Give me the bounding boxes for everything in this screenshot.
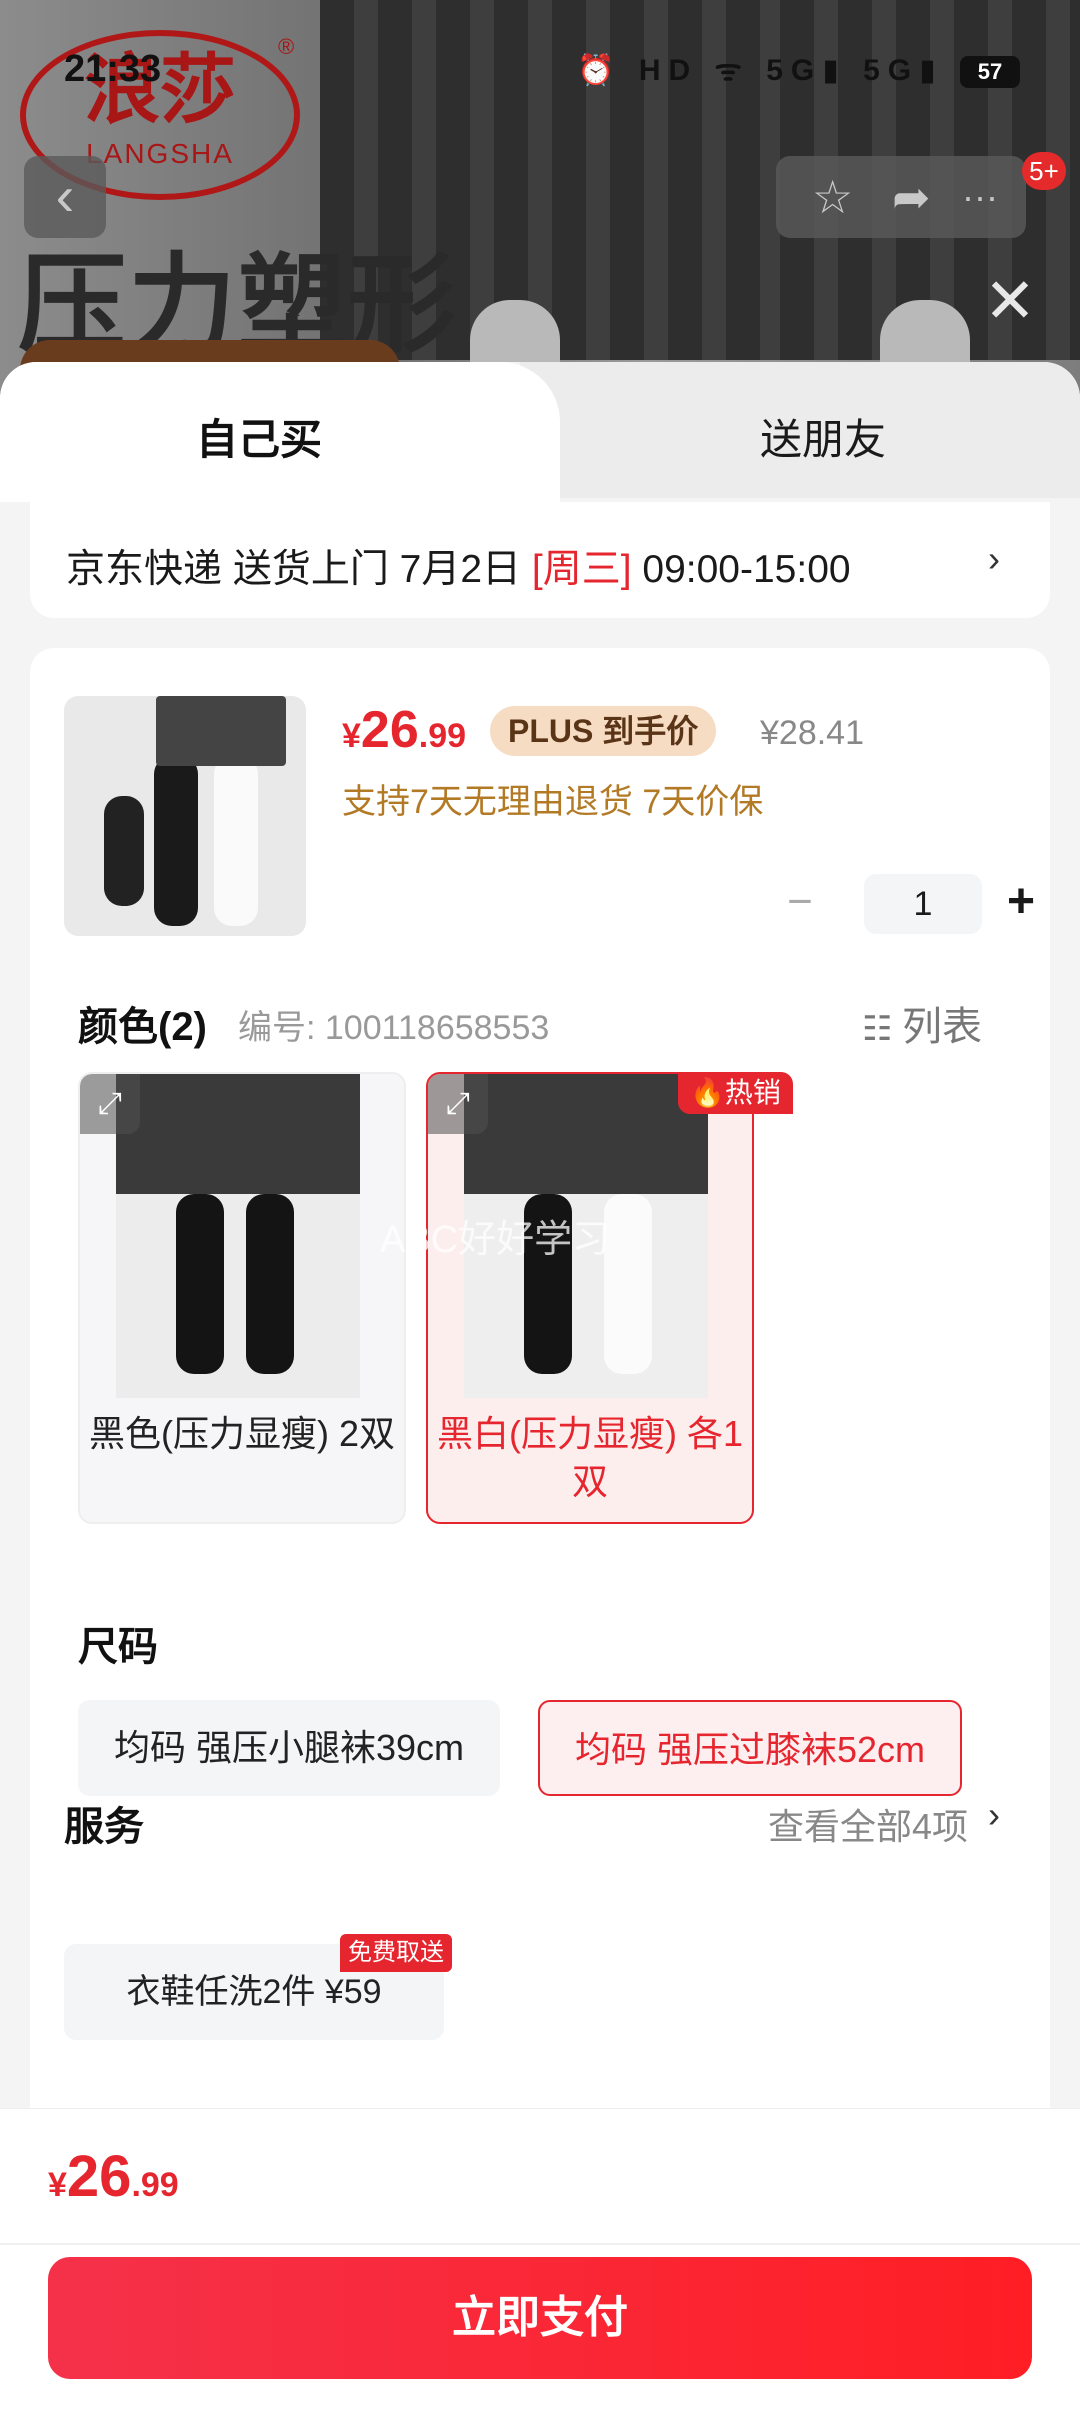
size-option-knee[interactable]: 均码 强压过膝袜52cm xyxy=(538,1700,962,1796)
sock-graphic xyxy=(104,796,144,906)
purchase-sheet: 送朋友 自己买 京东快递 送货上门 7月2日 [周三] 09:00-15:00 … xyxy=(0,362,1080,2412)
status-time: 21:33 xyxy=(64,48,162,90)
original-price: ¥28.41 xyxy=(760,714,864,752)
back-button[interactable]: ‹ xyxy=(24,156,106,238)
quantity-input[interactable]: 1 xyxy=(864,874,982,934)
service-guarantee: 支持7天无理由退货 7天价保 xyxy=(342,783,764,821)
list-view-toggle[interactable]: ☷ 列表 xyxy=(862,994,982,1052)
minus-button[interactable]: − xyxy=(770,874,830,934)
favorite-icon[interactable]: ☆ xyxy=(812,156,853,238)
notification-badge: 5+ xyxy=(1022,152,1066,190)
sku-number: 编号: 100118658553 xyxy=(238,1009,550,1047)
battery-icon: 57 xyxy=(960,56,1020,89)
tab-gift-label: 送朋友 xyxy=(760,416,887,463)
divider xyxy=(0,2243,1080,2245)
status-icons: ⏰ HD ᯤ 5G▮ 5G▮ 57 xyxy=(577,48,1020,89)
plus-button[interactable]: + xyxy=(996,874,1046,934)
tab-gift[interactable]: 送朋友 xyxy=(520,362,1080,498)
zoom-icon[interactable]: ⤢ xyxy=(428,1074,488,1134)
size-option-calf[interactable]: 均码 强压小腿袜39cm xyxy=(78,1700,500,1796)
top-action-group: ☆ ➦ ··· xyxy=(776,156,1026,238)
size-section-title: 尺码 xyxy=(78,1625,158,1669)
sock-graphic xyxy=(154,756,198,926)
checkout-bar: ¥26.99 立即支付 xyxy=(0,2108,1080,2413)
delivery-weekday: [周三] xyxy=(531,548,632,591)
close-icon[interactable]: ✕ xyxy=(980,271,1040,333)
color-option-black[interactable]: ⤢ 黑色(压力显瘦) 2双 xyxy=(78,1072,406,1524)
color-section-title: 颜色(2) xyxy=(78,1005,207,1049)
product-thumbnail[interactable] xyxy=(64,696,306,936)
option-image xyxy=(116,1074,360,1398)
hot-sale-badge: 🔥热销 xyxy=(678,1072,793,1114)
chevron-right-icon: › xyxy=(988,538,1000,579)
share-icon[interactable]: ➦ xyxy=(892,156,931,238)
color-option-label: 黑白(压力显瘦) 各1双 xyxy=(436,1413,743,1502)
list-icon: ☷ xyxy=(862,1010,893,1049)
zoom-icon[interactable]: ⤢ xyxy=(80,1074,140,1134)
delivery-info-row[interactable]: 京东快递 送货上门 7月2日 [周三] 09:00-15:00 › xyxy=(30,502,1050,618)
more-icon[interactable]: ··· xyxy=(962,156,998,238)
color-option-label: 黑色(压力显瘦) 2双 xyxy=(88,1413,395,1454)
watermark-text: ABC好好学习 xyxy=(380,1219,611,1261)
plus-price-tag: PLUS 到手价 xyxy=(490,706,717,756)
skirt-graphic xyxy=(156,696,286,766)
quantity-stepper: − 1 + xyxy=(770,874,1035,934)
color-option-black-white[interactable]: ⤢ 黑白(压力显瘦) 各1双 xyxy=(426,1072,754,1524)
current-price: ¥26.99 xyxy=(342,701,467,759)
status-indicators: ⏰ HD ᯤ 5G▮ 5G▮ xyxy=(577,54,944,87)
delivery-text: 京东快递 送货上门 7月2日 [周三] 09:00-15:00 xyxy=(66,548,851,591)
total-price: ¥26.99 xyxy=(48,2144,179,2209)
status-bar: 21:33 ⏰ HD ᯤ 5G▮ 5G▮ 57 xyxy=(0,40,1080,100)
view-all-services-link[interactable]: 查看全部4项 xyxy=(768,1798,968,1850)
sock-graphic xyxy=(214,756,258,926)
service-section-title: 服务 xyxy=(64,1805,144,1849)
tab-buy-self-label: 自己买 xyxy=(196,416,323,463)
tab-buy-self[interactable]: 自己买 xyxy=(0,362,560,502)
pay-now-button[interactable]: 立即支付 xyxy=(48,2257,1032,2379)
product-options-card: ¥26.99 PLUS 到手价 ¥28.41 支持7天无理由退货 7天价保 − … xyxy=(30,648,1050,2108)
chevron-right-icon[interactable]: › xyxy=(988,1794,1000,1836)
free-pickup-tag: 免费取送 xyxy=(340,1934,452,1972)
